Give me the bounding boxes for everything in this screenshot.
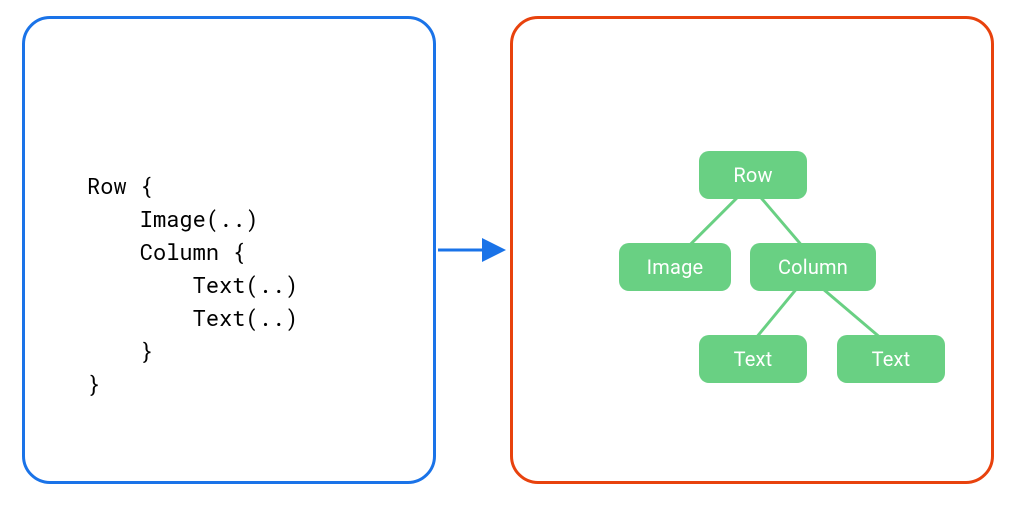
tree-node-image: Image: [619, 243, 731, 291]
widget-tree: Row Image Column Text Text: [513, 19, 991, 481]
tree-node-row: Row: [699, 151, 807, 199]
tree-node-column: Column: [750, 243, 876, 291]
tree-node-text-2: Text: [837, 335, 945, 383]
arrow-icon: [436, 238, 510, 262]
code-snippet: Row { Image(..) Column { Text(..) Text(.…: [25, 19, 433, 400]
tree-panel: Row Image Column Text Text: [510, 16, 994, 484]
code-panel: Row { Image(..) Column { Text(..) Text(.…: [22, 16, 436, 484]
tree-node-text-1: Text: [699, 335, 807, 383]
